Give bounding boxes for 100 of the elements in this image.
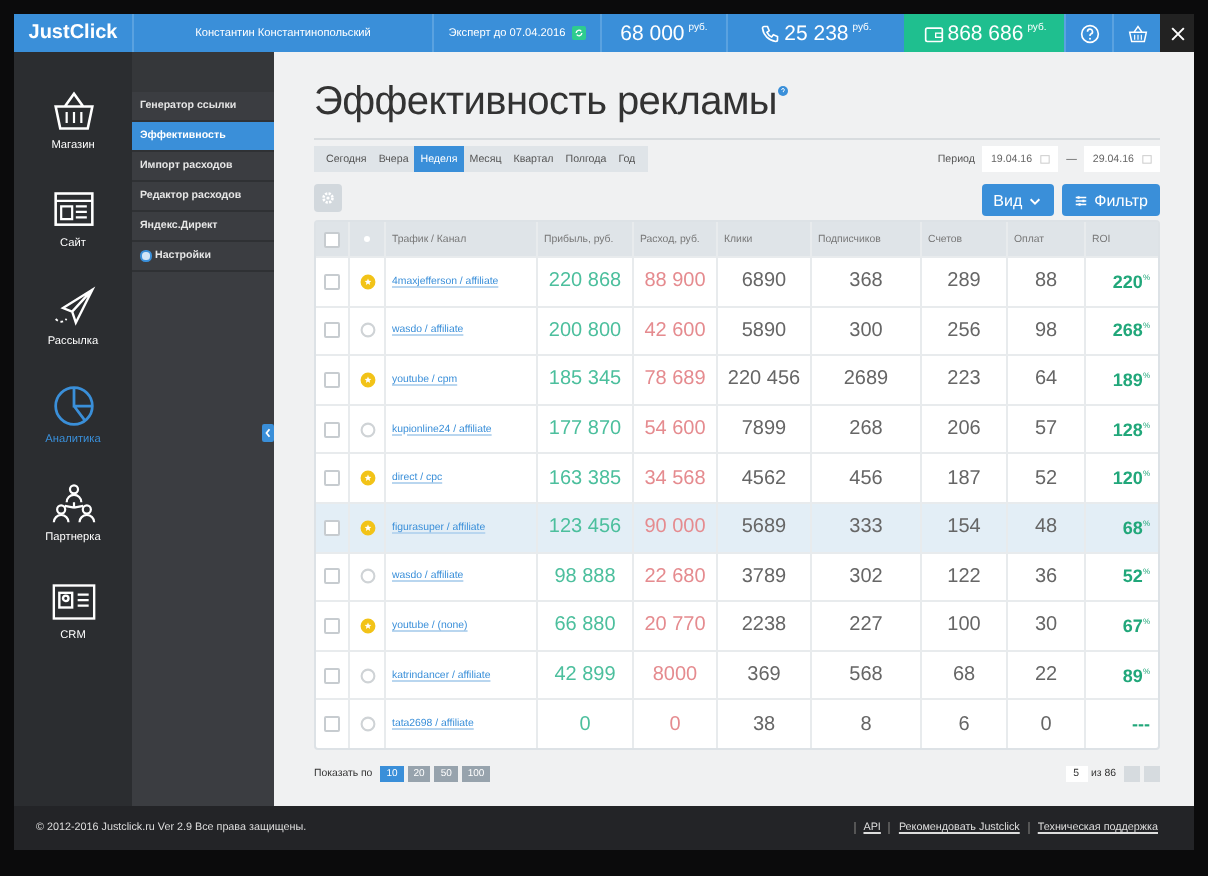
calendar-icon	[1040, 154, 1051, 164]
clicks-value: 220 456	[727, 368, 801, 391]
payments-value: 52	[1034, 467, 1058, 490]
payments-value: 36	[1034, 565, 1058, 588]
row-checkbox[interactable]	[324, 421, 340, 438]
expense-value: 20 770	[644, 614, 706, 637]
row-checkbox[interactable]	[324, 617, 340, 634]
subscribers-value: 2689	[843, 368, 889, 391]
prev-page-button[interactable]	[1124, 765, 1140, 782]
invoices-value: 6	[958, 713, 970, 736]
clicks-value: 3789	[741, 565, 787, 588]
clicks-value: 7899	[741, 418, 787, 441]
clicks-value: 4562	[741, 467, 787, 490]
next-page-button[interactable]	[1144, 765, 1160, 782]
wallet-icon	[923, 23, 944, 43]
select-all-checkbox[interactable]	[324, 231, 340, 247]
expense-value: 42 600	[644, 319, 706, 342]
payments-value: 98	[1034, 319, 1058, 342]
close-icon[interactable]	[1167, 23, 1187, 43]
subscribers-value: 268	[849, 418, 883, 441]
star-column-icon	[364, 236, 370, 242]
row-checkbox[interactable]	[324, 273, 340, 290]
chevron-down-icon	[1028, 193, 1043, 207]
logo[interactable]: JustClick	[14, 14, 132, 52]
profit-value: 200 800	[548, 319, 622, 342]
invoices-value: 100	[947, 614, 981, 637]
profit-value: 0	[579, 713, 591, 736]
subscribers-value: 368	[849, 270, 883, 293]
pie-chart-icon	[51, 384, 95, 428]
calendar-icon	[1142, 154, 1152, 164]
star-icon[interactable]	[359, 371, 375, 388]
help-icon[interactable]	[778, 86, 789, 96]
filter-button[interactable]: Фильтр	[1062, 184, 1160, 216]
dot-icon	[140, 250, 151, 262]
expense-value: 88 900	[644, 270, 706, 293]
website-icon	[51, 188, 95, 232]
collapse-handle[interactable]	[262, 424, 274, 442]
star-icon[interactable]	[359, 519, 375, 536]
row-checkbox[interactable]	[324, 667, 340, 684]
row-checkbox[interactable]	[324, 470, 340, 487]
invoices-value: 187	[947, 467, 981, 490]
payments-value: 88	[1034, 270, 1058, 293]
refresh-icon[interactable]	[571, 26, 586, 40]
clicks-value: 2238	[741, 614, 787, 637]
clicks-value: 38	[752, 713, 776, 736]
subscribers-value: 227	[849, 614, 883, 637]
clicks-value: 5890	[741, 319, 787, 342]
invoices-value: 206	[947, 418, 981, 441]
view-button[interactable]: Вид	[981, 184, 1055, 216]
basket-icon	[51, 90, 95, 134]
profit-value: 66 880	[554, 614, 616, 637]
roi-value: ---	[1132, 714, 1150, 735]
subscribers-value: 333	[849, 516, 883, 539]
people-icon	[51, 482, 95, 526]
payments-value: 57	[1034, 418, 1058, 441]
profit-value: 123 456	[548, 516, 622, 539]
profit-value: 185 345	[548, 368, 622, 391]
expense-value: 34 568	[644, 467, 706, 490]
subscribers-value: 456	[849, 467, 883, 490]
star-icon[interactable]	[359, 470, 375, 487]
star-icon[interactable]	[359, 617, 375, 634]
subscribers-value: 568	[849, 664, 883, 687]
basket-icon[interactable]	[1127, 23, 1147, 43]
subscribers-value: 300	[849, 319, 883, 342]
star-icon[interactable]	[359, 273, 375, 290]
invoices-value: 68	[952, 664, 976, 687]
payments-value: 22	[1034, 664, 1058, 687]
expense-value: 54 600	[644, 418, 706, 441]
expense-value: 90 000	[644, 516, 706, 539]
row-checkbox[interactable]	[324, 568, 340, 585]
invoices-value: 289	[947, 270, 981, 293]
balance-amount: 25 238	[784, 21, 849, 45]
id-card-icon	[51, 580, 95, 624]
invoices-value: 122	[947, 565, 981, 588]
invoices-value: 223	[947, 368, 981, 391]
expense-value: 0	[669, 713, 681, 736]
row-checkbox[interactable]	[324, 371, 340, 388]
page-title: Эффективность рекламы	[314, 80, 777, 126]
balance-amount: 868 686	[947, 21, 1024, 45]
payments-value: 30	[1034, 614, 1058, 637]
row-checkbox[interactable]	[324, 322, 340, 339]
profit-value: 177 870	[548, 418, 622, 441]
sliders-icon	[1074, 193, 1089, 207]
row-checkbox[interactable]	[324, 716, 340, 733]
row-checkbox[interactable]	[324, 519, 340, 536]
payments-value: 64	[1034, 368, 1058, 391]
paper-plane-icon	[51, 286, 95, 330]
clicks-value: 6890	[741, 270, 787, 293]
balance-amount: 68 000	[620, 21, 685, 45]
profit-value: 98 888	[554, 565, 616, 588]
settings-icon	[320, 190, 336, 206]
help-icon[interactable]	[1079, 23, 1099, 43]
subscribers-value: 302	[849, 565, 883, 588]
clicks-value: 369	[747, 664, 781, 687]
subscribers-value: 8	[860, 713, 872, 736]
profit-value: 163 385	[548, 467, 622, 490]
expense-value: 8000	[652, 664, 698, 687]
payments-value: 48	[1034, 516, 1058, 539]
expense-value: 78 689	[644, 368, 706, 391]
settings-button[interactable]	[314, 184, 342, 212]
